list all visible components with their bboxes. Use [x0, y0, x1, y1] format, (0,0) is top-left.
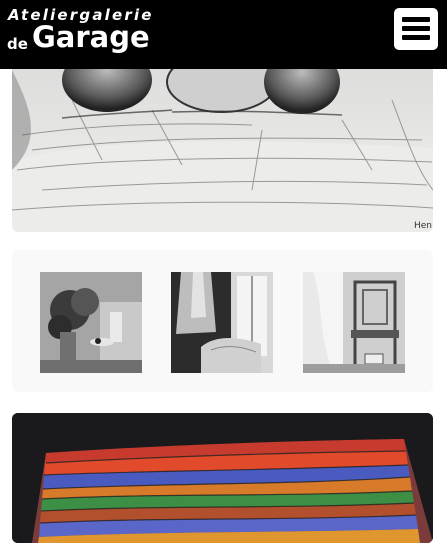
hamburger-menu-button[interactable]: [394, 8, 438, 50]
site-logo[interactable]: Ateliergalerie de Garage: [0, 0, 151, 60]
artwork-photo-triptych[interactable]: [12, 250, 433, 392]
photo-bedroom-window: [171, 272, 273, 373]
photo-chair-curtain: [303, 272, 405, 373]
logo-garage: Garage: [32, 20, 150, 54]
drawing-signature: Hen: [414, 221, 432, 231]
logo-de: de: [7, 35, 28, 53]
hamburger-menu-icon: [394, 8, 438, 50]
site-header: Ateliergalerie de Garage: [0, 0, 447, 69]
photo-flowers-vase: [40, 272, 142, 373]
